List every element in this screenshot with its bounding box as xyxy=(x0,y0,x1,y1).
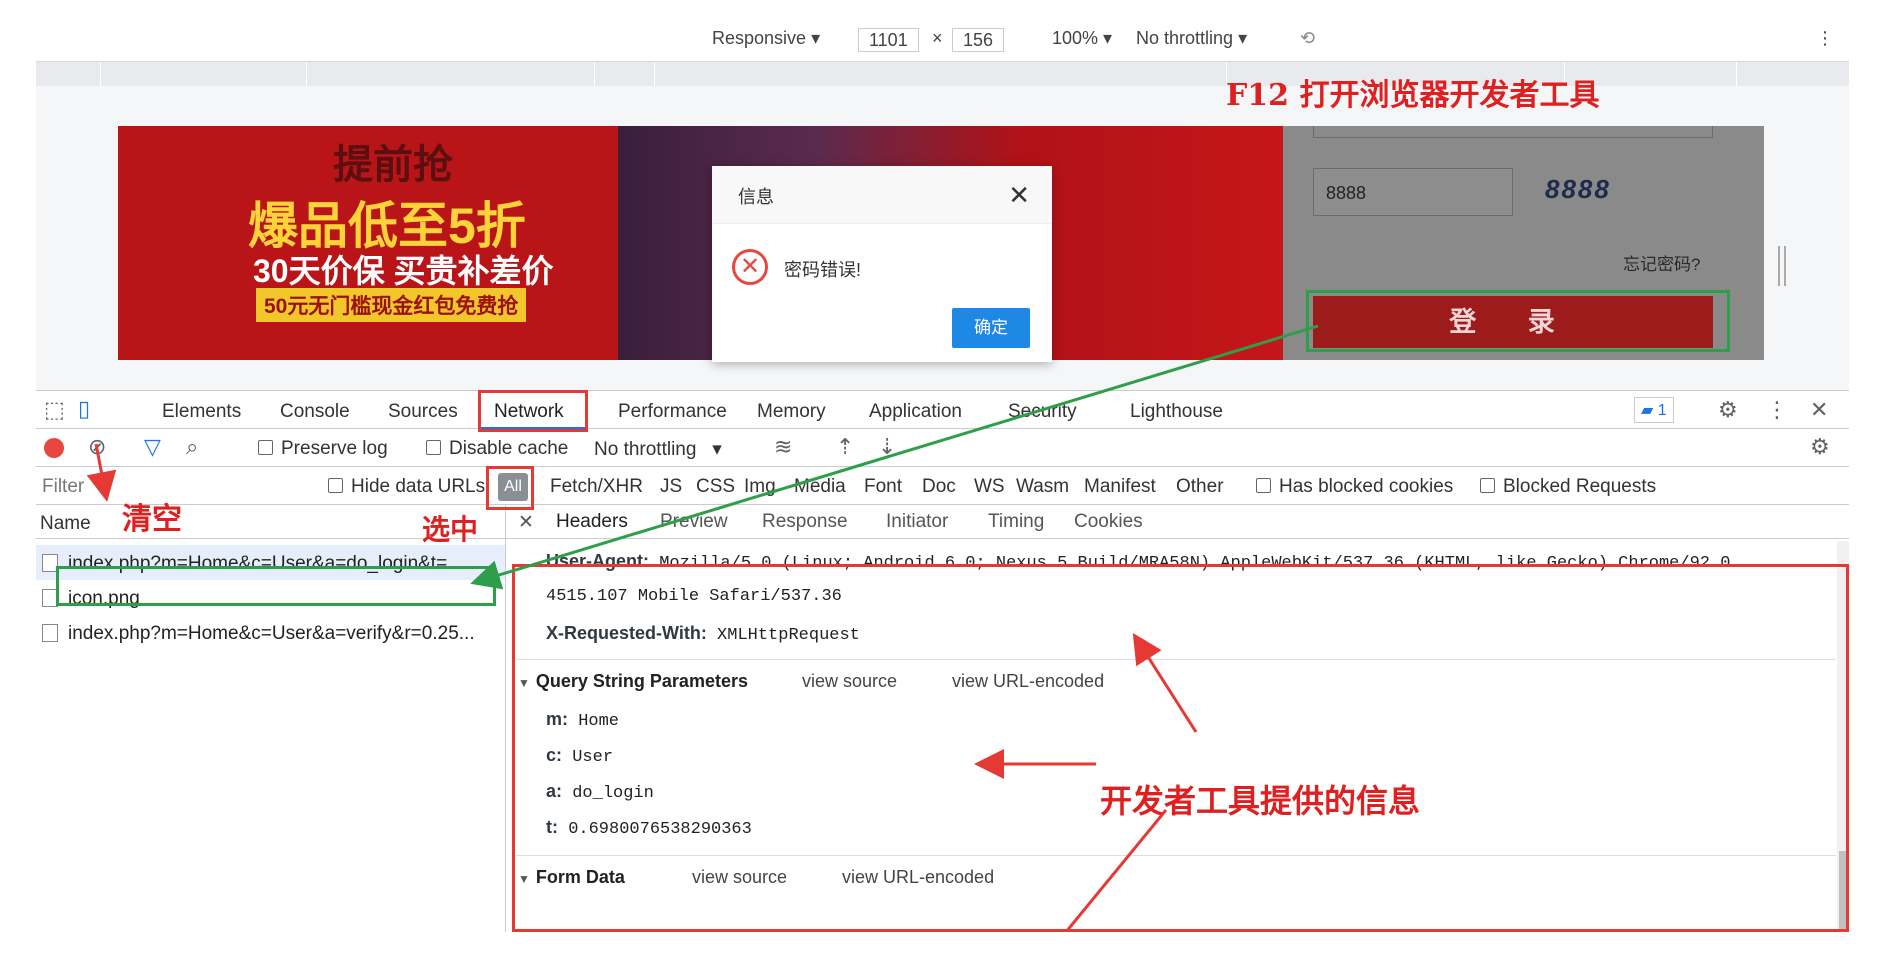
annotation-arrows xyxy=(86,324,1319,932)
green-arrow xyxy=(470,324,1319,590)
info-arrow-down xyxy=(1064,809,1168,932)
clear-arrow xyxy=(86,443,117,502)
screenshot: Responsive ▾ 1101 × 156 100% ▾ No thrott… xyxy=(36,26,1849,932)
info-arrow-up xyxy=(1132,632,1198,733)
